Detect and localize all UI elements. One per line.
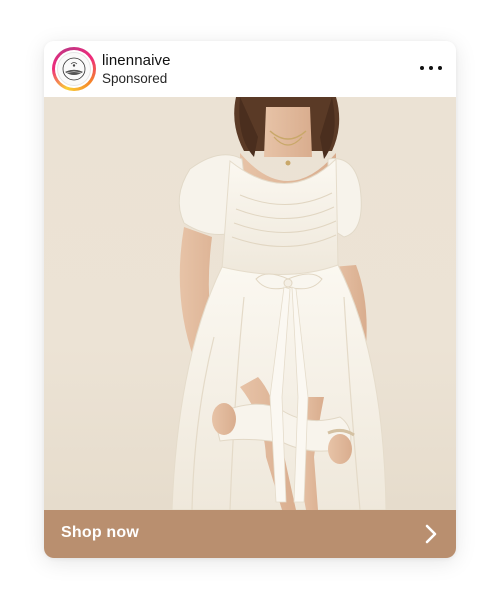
sponsored-post-card: linennaive Sponsored Shop now — [44, 41, 456, 558]
shop-now-button[interactable]: Shop now — [44, 510, 456, 558]
linennaive-logo-icon — [57, 52, 91, 86]
profile-avatar[interactable] — [52, 47, 96, 91]
sponsored-label: Sponsored — [102, 71, 168, 86]
more-options-icon[interactable] — [420, 58, 442, 78]
chevron-right-icon — [425, 524, 437, 544]
post-username[interactable]: linennaive — [102, 52, 171, 69]
dress-model-photo — [171, 97, 387, 510]
shop-now-label: Shop now — [61, 524, 140, 541]
post-header: linennaive Sponsored — [44, 41, 456, 97]
post-image[interactable] — [44, 97, 456, 510]
